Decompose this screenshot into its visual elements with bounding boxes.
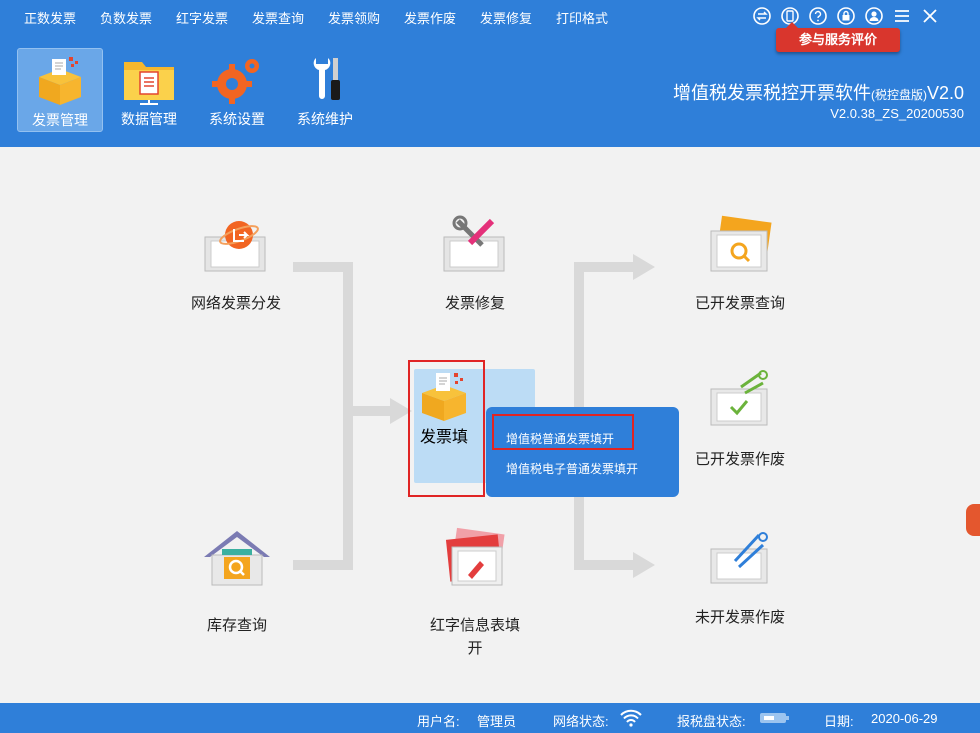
network-label: 网络状态: [553, 714, 609, 729]
toolbar-label: 系统设置 [209, 111, 265, 127]
menu-print-format[interactable]: 打印格式 [556, 8, 608, 27]
toolbar-system-settings[interactable]: 系统设置 [198, 48, 276, 132]
arrow-head [633, 254, 655, 280]
side-float-tab[interactable] [966, 504, 980, 536]
menu-invoice-purchase[interactable]: 发票领购 [328, 8, 380, 27]
user-icon[interactable] [864, 6, 884, 26]
folder-icon [120, 52, 178, 106]
menu-invoice-repair[interactable]: 发票修复 [480, 8, 532, 27]
toolbar-system-maintenance[interactable]: 系统维护 [286, 48, 364, 132]
node-network-distribution[interactable]: 网络发票分发 [176, 213, 296, 313]
tax-disk-icon [758, 710, 790, 729]
house-search-icon [202, 527, 272, 591]
invoice-box-icon [31, 53, 89, 107]
red-pen-icon [440, 527, 510, 591]
header: 正数发票 负数发票 红字发票 发票查询 发票领购 发票作废 发票修复 打印格式 … [0, 0, 980, 147]
menu-item-vat-e-invoice-fill[interactable]: 增值税电子普通发票填开 [506, 460, 638, 477]
toolbar-label: 数据管理 [121, 111, 177, 127]
toolbar-label: 发票管理 [32, 112, 88, 128]
node-label: 已开发票查询 [694, 295, 785, 312]
app-version: V2.0.38_ZS_20200530 [830, 106, 964, 121]
node-issued-invoice-void[interactable]: 已开发票作废 [680, 369, 800, 469]
toolbar-data-management[interactable]: 数据管理 [110, 48, 188, 132]
menu-red-invoice[interactable]: 红字发票 [176, 8, 228, 27]
network-distribute-icon [201, 213, 271, 277]
lock-icon[interactable] [836, 6, 856, 26]
menu-icon[interactable] [892, 6, 912, 26]
menu-invoice-query[interactable]: 发票查询 [252, 8, 304, 27]
menu-positive-invoice[interactable]: 正数发票 [24, 8, 76, 27]
scissors-check-icon [705, 369, 775, 433]
switch-icon[interactable] [752, 6, 772, 26]
menu-negative-invoice[interactable]: 负数发票 [100, 8, 152, 27]
invoice-search-icon [705, 213, 775, 277]
status-bar: 用户名: 管理员 网络状态: 报税盘状态: 日期: 2020-06-29 [0, 703, 980, 733]
user-label: 用户名: [417, 714, 460, 729]
scissors-blue-icon [705, 527, 775, 591]
connector [343, 406, 391, 416]
main-flow-canvas: 网络发票分发 发票修复 发票填 库存查询 红字信息表填 开 已开发票查询 已开发… [0, 147, 980, 703]
user-value: 管理员 [477, 714, 517, 729]
date-value: 2020-06-29 [871, 711, 938, 726]
node-label: 开 [467, 640, 483, 657]
node-label: 红字信息表填 [429, 617, 520, 634]
toolbar-invoice-management[interactable]: 发票管理 [17, 48, 103, 132]
help-icon[interactable] [808, 6, 828, 26]
toolbar-label: 系统维护 [297, 111, 353, 127]
app-title: 增值税发票税控开票软件(税控盘版)V2.0 [672, 83, 964, 103]
wrench-repair-icon [440, 213, 510, 277]
highlight-box [408, 360, 485, 497]
node-label: 已开发票作废 [694, 451, 785, 468]
node-label: 库存查询 [206, 617, 267, 634]
disk-label: 报税盘状态: [677, 714, 746, 729]
node-red-info-form[interactable]: 红字信息表填 开 [420, 527, 530, 657]
close-icon[interactable] [920, 6, 940, 26]
highlight-box [492, 414, 634, 450]
gear-icon [208, 52, 266, 106]
wifi-icon [620, 709, 642, 730]
menu-invoice-void[interactable]: 发票作废 [404, 8, 456, 27]
service-evaluation-button[interactable]: 参与服务评价 [776, 22, 900, 52]
node-issued-invoice-query[interactable]: 已开发票查询 [680, 213, 800, 313]
node-label: 发票修复 [444, 295, 505, 312]
arrow-head [633, 552, 655, 578]
date-label: 日期: [824, 714, 854, 729]
node-inventory-query[interactable]: 库存查询 [184, 527, 290, 634]
connector [574, 560, 634, 570]
node-invoice-repair[interactable]: 发票修复 [420, 213, 530, 313]
node-unissued-invoice-void[interactable]: 未开发票作废 [680, 527, 800, 627]
node-label: 未开发票作废 [694, 609, 785, 626]
connector [343, 262, 353, 570]
node-label: 网络发票分发 [190, 295, 281, 312]
tools-icon [296, 52, 354, 106]
connector [574, 262, 634, 272]
